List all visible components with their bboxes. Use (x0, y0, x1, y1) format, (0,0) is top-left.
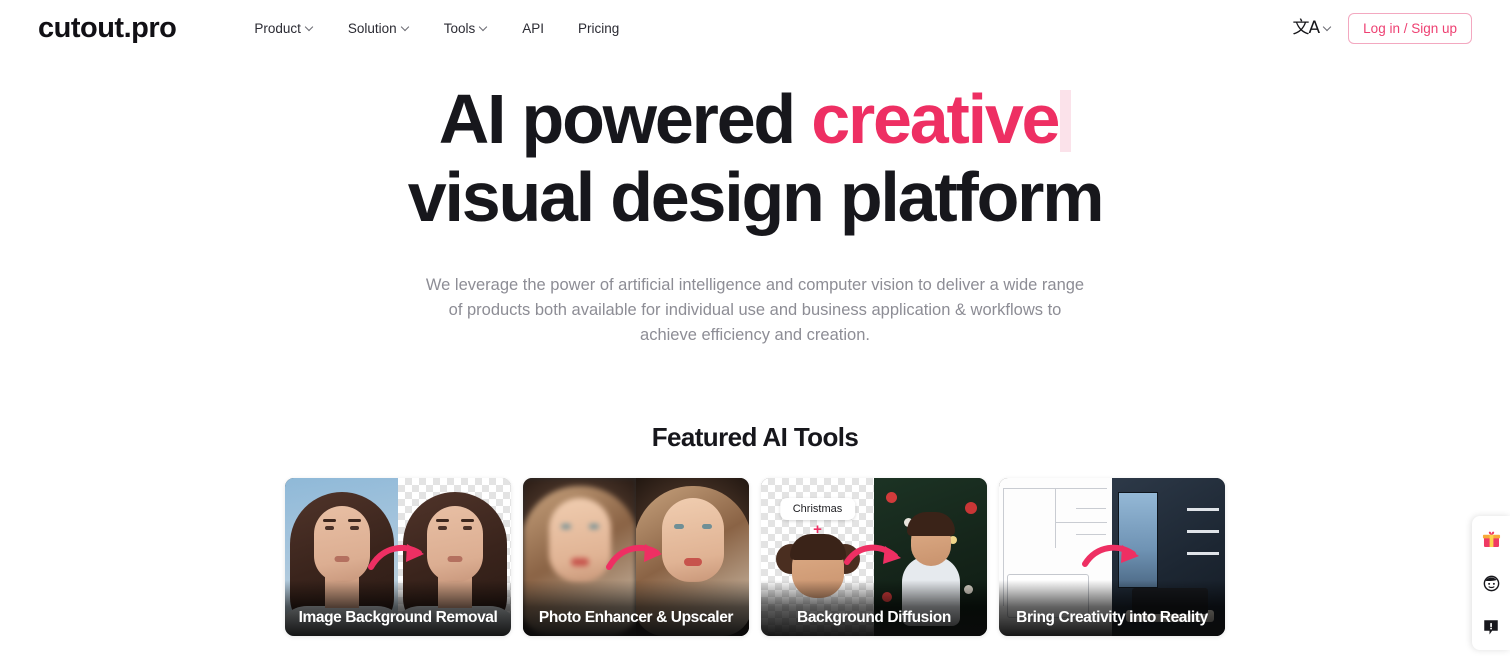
site-header: cutout.pro Product Solution Tools API Pr… (0, 0, 1510, 57)
chevron-down-icon (402, 24, 410, 32)
nav-label: Solution (347, 21, 397, 36)
nav-label: Pricing (577, 21, 620, 36)
floating-widget-panel (1472, 516, 1510, 650)
prompt-chip: Christmas (779, 498, 856, 521)
hero-subtitle: We leverage the power of artificial inte… (425, 276, 1085, 345)
nav-label: API (522, 21, 544, 36)
typing-caret (1060, 90, 1072, 152)
nav-label: Tools (443, 21, 476, 36)
feedback-icon (1484, 620, 1498, 635)
featured-section: Featured AI Tools Image Background Remov… (0, 422, 1510, 637)
headline-part1: AI powered (438, 80, 812, 158)
language-switcher[interactable]: 文A (1291, 16, 1335, 41)
headline-accent: creative (811, 80, 1060, 158)
chevron-down-icon (480, 24, 488, 32)
card-label: Bring Creativity into Reality (999, 580, 1225, 637)
gift-icon (1482, 531, 1500, 547)
nav-item-tools[interactable]: Tools (427, 15, 506, 42)
main-nav: Product Solution Tools API Pricing (237, 15, 636, 42)
header-actions: 文A Log in / Sign up (1291, 13, 1472, 44)
card-label: Photo Enhancer & Upscaler (523, 580, 749, 637)
nav-item-product[interactable]: Product (237, 15, 331, 42)
hero-section: AI powered creative visual design platfo… (0, 57, 1510, 348)
featured-heading: Featured AI Tools (651, 422, 859, 453)
nav-label: Product (254, 21, 301, 36)
plus-icon: + (813, 521, 822, 539)
chevron-down-icon (306, 24, 314, 32)
tool-card-bring-creativity-into-reality[interactable]: Bring Creativity into Reality (999, 478, 1225, 637)
card-label: Background Diffusion (761, 580, 987, 637)
nav-item-pricing[interactable]: Pricing (561, 15, 636, 42)
page-title-line2: visual design platform (407, 158, 1105, 236)
card-label: Image Background Removal (285, 580, 511, 637)
logo[interactable]: cutout.pro (38, 14, 177, 43)
login-signup-button[interactable]: Log in / Sign up (1348, 13, 1472, 44)
tool-card-photo-enhancer-upscaler[interactable]: Photo Enhancer & Upscaler (523, 478, 749, 637)
translate-icon: 文A (1292, 18, 1321, 38)
feedback-button[interactable] (1476, 612, 1506, 642)
gift-button[interactable] (1476, 524, 1506, 554)
tool-card-background-diffusion[interactable]: Christmas + Background Diffusion (761, 478, 987, 637)
tool-card-image-background-removal[interactable]: Image Background Removal (285, 478, 511, 637)
featured-cards: Image Background Removal Photo Enhancer … (0, 478, 1510, 637)
nav-item-api[interactable]: API (505, 15, 561, 42)
support-button[interactable] (1476, 568, 1506, 598)
page-title: AI powered creative (0, 84, 1510, 154)
support-face-icon (1483, 575, 1499, 591)
chevron-down-icon (1324, 24, 1332, 32)
nav-item-solution[interactable]: Solution (331, 15, 427, 42)
